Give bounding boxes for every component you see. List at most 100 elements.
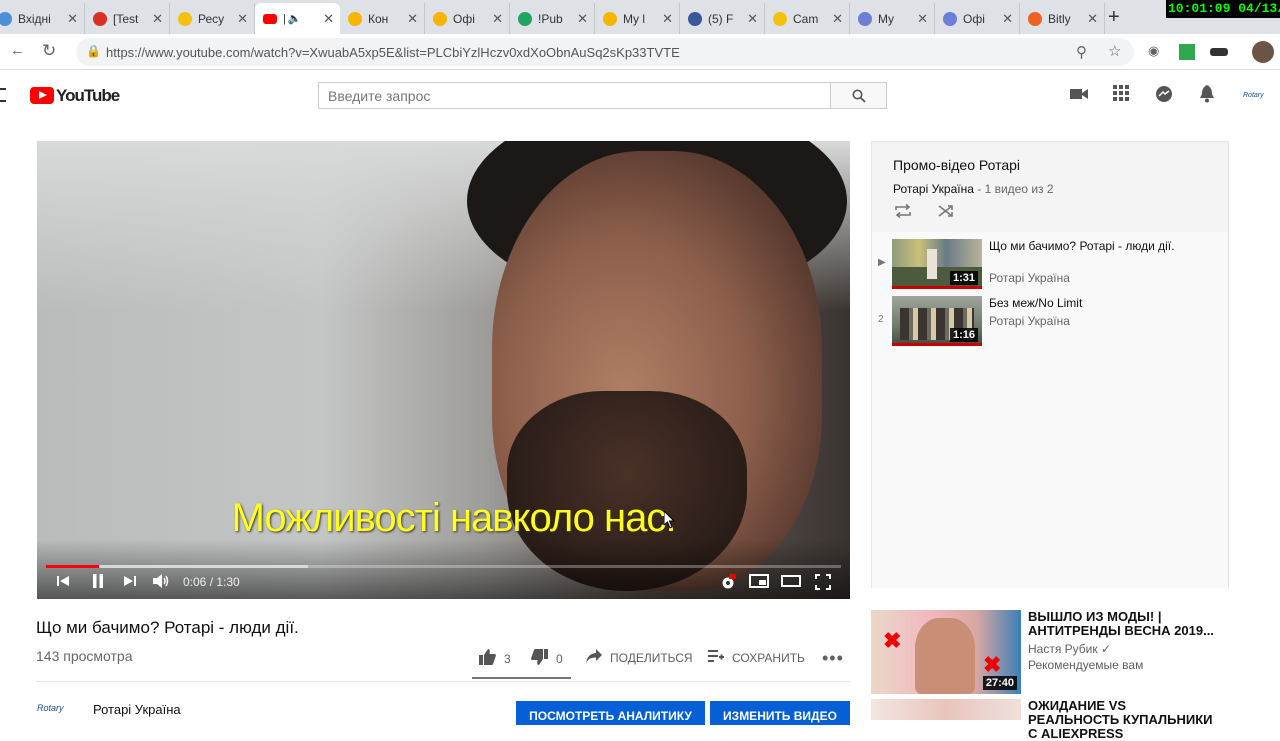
rotary-icon xyxy=(603,11,617,26)
channel-name[interactable]: Ротарі Україна xyxy=(93,702,181,717)
previous-icon[interactable] xyxy=(57,574,69,591)
menu-icon[interactable] xyxy=(0,88,6,102)
close-tab-icon[interactable]: ✕ xyxy=(917,11,928,27)
browser-tab[interactable]: My l ✕ xyxy=(595,3,680,34)
thumbnail-figure xyxy=(927,249,937,279)
audio-playing-icon[interactable]: 🔈 xyxy=(288,12,319,25)
zoom-icon[interactable]: ⚲ xyxy=(1076,43,1087,61)
recommended-title: ВЫШЛО ИЗ МОДЫ! | АНТИТРЕНДЫ ВЕСНА 2019..… xyxy=(1028,609,1214,638)
apps-grid-icon[interactable] xyxy=(1113,85,1129,106)
close-tab-icon[interactable]: ✕ xyxy=(577,11,588,27)
recommended-thumbnail: ✖ ✖ 27:40 xyxy=(871,610,1021,694)
youtube-logo-text[interactable]: YouTube xyxy=(56,86,120,106)
back-arrow-icon[interactable]: ← xyxy=(10,42,25,59)
close-tab-icon[interactable]: ✕ xyxy=(323,11,334,27)
browser-tab[interactable]: | 🔈 ✕ xyxy=(255,3,340,34)
channel-avatar[interactable]: Rotary xyxy=(37,703,77,720)
bookmark-star-icon[interactable]: ☆ xyxy=(1108,42,1121,60)
account-avatar[interactable]: Rotary xyxy=(1243,87,1273,105)
browser-toolbar: ← ↻ 🔒 https://www.youtube.com/watch?v=Xw… xyxy=(0,34,1280,70)
view-count: 143 просмотра xyxy=(36,648,133,664)
profile-avatar[interactable] xyxy=(1252,41,1274,63)
notifications-bell-icon[interactable] xyxy=(1199,85,1215,108)
browser-tab[interactable]: Офі ✕ xyxy=(935,3,1020,34)
recommended-reason: Рекомендуемые вам xyxy=(1028,658,1144,672)
shuffle-icon[interactable] xyxy=(937,204,955,223)
globe-icon xyxy=(943,11,957,26)
browser-tab[interactable]: Вхідні ✕ xyxy=(0,3,85,34)
tab-title: (5) F xyxy=(708,11,734,26)
playlist-owner[interactable]: Ротарі Україна xyxy=(893,182,974,196)
close-tab-icon[interactable]: ✕ xyxy=(832,11,843,27)
close-tab-icon[interactable]: ✕ xyxy=(152,11,163,27)
settings-gear-icon[interactable] xyxy=(720,574,736,594)
browser-tab[interactable]: Cam ✕ xyxy=(765,3,850,34)
more-actions-icon[interactable]: ••• xyxy=(822,648,844,669)
incognito-extension-icon[interactable] xyxy=(1210,48,1228,56)
like-ratio-bar xyxy=(472,677,571,679)
browser-tab[interactable]: [Test ✕ xyxy=(85,3,170,34)
next-icon[interactable] xyxy=(124,574,136,591)
browser-tab[interactable]: !Pub ✕ xyxy=(510,3,595,34)
tab-title: Ресу xyxy=(198,11,225,26)
view-analytics-button[interactable]: ПОСМОТРЕТЬ АНАЛИТИКУ xyxy=(516,701,705,725)
playlist-title[interactable]: Промо-відео Ротарі xyxy=(893,157,1020,173)
video-player[interactable]: Можливості навколо нас. 0:06 / 1:30 xyxy=(37,141,850,599)
search-button[interactable] xyxy=(830,82,887,109)
recommended-video[interactable]: ✖ ✖ 27:40 ВЫШЛО ИЗ МОДЫ! | АНТИТРЕНДЫ ВЕ… xyxy=(871,610,1229,694)
browser-tab[interactable]: (5) F ✕ xyxy=(680,3,765,34)
camera-extension-icon[interactable]: ◉ xyxy=(1148,43,1159,59)
edit-video-button[interactable]: ИЗМЕНИТЬ ВИДЕО xyxy=(710,701,850,725)
close-tab-icon[interactable]: ✕ xyxy=(237,11,248,27)
sheets-extension-icon[interactable] xyxy=(1179,44,1195,60)
fullscreen-icon[interactable] xyxy=(815,574,831,594)
search-icon xyxy=(852,89,866,103)
browser-tab[interactable]: Офі ✕ xyxy=(425,3,510,34)
miniplayer-icon[interactable] xyxy=(749,574,769,592)
messages-icon[interactable] xyxy=(1155,85,1173,108)
recommended-channel: Настя Рубик ✓ xyxy=(1028,642,1112,656)
playlist-item[interactable]: 2 1:16 Без меж/No Limit Ротарі Україна xyxy=(872,296,1228,352)
save-label: СОХРАНИТЬ xyxy=(732,650,805,665)
address-bar[interactable]: 🔒 https://www.youtube.com/watch?v=XwuabA… xyxy=(76,38,1134,66)
share-label: ПОДЕЛИТЬСЯ xyxy=(610,651,693,665)
recommended-video[interactable]: ОЖИДАНИЕ VS РЕАЛЬНОСТЬ КУПАЛЬНИКИ С ALIE… xyxy=(871,699,1229,741)
create-video-icon[interactable] xyxy=(1070,85,1088,106)
share-arrow-icon xyxy=(586,649,602,667)
video-title: Що ми бачимо? Ротарі - люди дії. xyxy=(36,618,299,637)
clock-overlay: 10:01:09 04/13/2 xyxy=(1166,0,1280,18)
close-tab-icon[interactable]: ✕ xyxy=(407,11,418,27)
played-bar xyxy=(46,565,100,568)
dislike-button[interactable]: 0 xyxy=(531,649,563,669)
thumbs-up-icon xyxy=(479,649,496,669)
volume-icon[interactable] xyxy=(153,574,171,592)
progress-bar[interactable] xyxy=(46,565,841,568)
like-button[interactable]: 3 xyxy=(479,649,511,669)
playlist-item-index: 2 xyxy=(878,314,884,325)
tab-title: [Test xyxy=(113,11,139,26)
browser-tab[interactable]: My ✕ xyxy=(850,3,935,34)
playlist-position: - 1 видео из 2 xyxy=(973,182,1054,196)
youtube-logo-icon[interactable] xyxy=(30,87,54,104)
new-tab-button[interactable]: + xyxy=(1108,6,1120,29)
theater-mode-icon[interactable] xyxy=(781,574,801,591)
tab-title: My l xyxy=(623,11,645,26)
loop-icon[interactable] xyxy=(894,203,912,223)
playlist-item[interactable]: ▶ 1:31 Що ми бачимо? Ротарі - люди дії. … xyxy=(872,239,1228,295)
search-input[interactable]: Введите запрос xyxy=(318,82,831,109)
pause-icon[interactable] xyxy=(91,574,105,592)
browser-tab[interactable]: Bitly ✕ xyxy=(1020,3,1105,34)
reload-icon[interactable]: ↻ xyxy=(42,41,56,61)
close-tab-icon[interactable]: ✕ xyxy=(1087,11,1098,27)
tab-title: !Pub xyxy=(538,11,563,26)
close-tab-icon[interactable]: ✕ xyxy=(492,11,503,27)
url-text[interactable]: https://www.youtube.com/watch?v=XwuabA5x… xyxy=(106,45,680,60)
close-tab-icon[interactable]: ✕ xyxy=(747,11,758,27)
browser-tab[interactable]: Ресу ✕ xyxy=(170,3,255,34)
close-tab-icon[interactable]: ✕ xyxy=(1002,11,1013,27)
close-tab-icon[interactable]: ✕ xyxy=(662,11,673,27)
save-button[interactable]: СОХРАНИТЬ xyxy=(708,649,805,666)
close-tab-icon[interactable]: ✕ xyxy=(67,11,78,27)
browser-tab[interactable]: Кон ✕ xyxy=(340,3,425,34)
share-button[interactable]: ПОДЕЛИТЬСЯ xyxy=(586,649,693,667)
